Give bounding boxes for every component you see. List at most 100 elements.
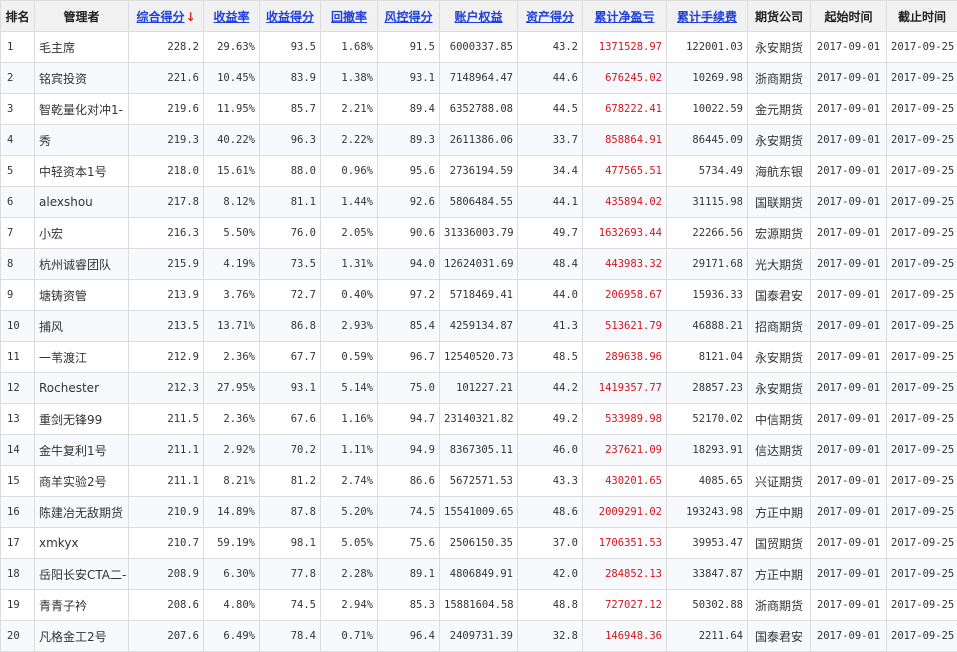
cum-pnl-cell: 513621.79 xyxy=(583,311,667,342)
manager-name-link[interactable]: 捕风 xyxy=(35,311,129,342)
header-return-rate[interactable]: 收益率 xyxy=(204,1,260,32)
cum-pnl-cell: 237621.09 xyxy=(583,435,667,466)
composite-score-cell: 219.6 xyxy=(129,94,204,125)
futures-company-cell: 宏源期货 xyxy=(748,218,811,249)
end-time-cell: 2017-09-25 xyxy=(887,528,957,559)
manager-name-link[interactable]: 毛主席 xyxy=(35,32,129,63)
cum-fee-cell: 122001.03 xyxy=(667,32,748,63)
risk-score-cell: 90.6 xyxy=(378,218,440,249)
start-time-cell: 2017-09-01 xyxy=(811,404,887,435)
composite-score-cell: 211.5 xyxy=(129,404,204,435)
header-asset-score[interactable]: 资产得分 xyxy=(518,1,583,32)
manager-name-link[interactable]: 小宏 xyxy=(35,218,129,249)
rank-cell: 2 xyxy=(1,63,35,94)
asset-score-cell: 32.8 xyxy=(518,621,583,652)
drawdown-cell: 2.21% xyxy=(321,94,378,125)
manager-name-link[interactable]: 中轻资本1号 xyxy=(35,156,129,187)
asset-score-cell: 44.6 xyxy=(518,63,583,94)
end-time-cell: 2017-09-25 xyxy=(887,187,957,218)
end-time-cell: 2017-09-25 xyxy=(887,466,957,497)
rank-cell: 20 xyxy=(1,621,35,652)
risk-score-cell: 74.5 xyxy=(378,497,440,528)
table-row: 20凡格金工2号207.66.49%78.40.71%96.42409731.3… xyxy=(1,621,957,652)
manager-name-link[interactable]: 青青子衿 xyxy=(35,590,129,621)
return-rate-cell: 59.19% xyxy=(204,528,260,559)
manager-name-link[interactable]: 智乾量化对冲1- xyxy=(35,94,129,125)
header-equity[interactable]: 账户权益 xyxy=(440,1,518,32)
table-row: 4秀219.340.22%96.32.22%89.32611386.0633.7… xyxy=(1,125,957,156)
equity-cell: 4259134.87 xyxy=(440,311,518,342)
manager-name-link[interactable]: alexshou xyxy=(35,187,129,218)
manager-name-link[interactable]: 凡格金工2号 xyxy=(35,621,129,652)
manager-name-link[interactable]: 商羊实验2号 xyxy=(35,466,129,497)
table-row: 9塘铸资管213.93.76%72.70.40%97.25718469.4144… xyxy=(1,280,957,311)
cum-pnl-cell: 289638.96 xyxy=(583,342,667,373)
equity-cell: 6000337.85 xyxy=(440,32,518,63)
futures-company-cell: 浙商期货 xyxy=(748,590,811,621)
composite-score-cell: 210.9 xyxy=(129,497,204,528)
cum-fee-cell: 31115.98 xyxy=(667,187,748,218)
risk-score-cell: 85.3 xyxy=(378,590,440,621)
composite-score-cell: 212.9 xyxy=(129,342,204,373)
manager-name-link[interactable]: 岳阳长安CTA二- xyxy=(35,559,129,590)
asset-score-cell: 44.0 xyxy=(518,280,583,311)
header-return-score[interactable]: 收益得分 xyxy=(260,1,321,32)
manager-name-link[interactable]: 塘铸资管 xyxy=(35,280,129,311)
composite-score-cell: 216.3 xyxy=(129,218,204,249)
asset-score-cell: 48.6 xyxy=(518,497,583,528)
return-score-cell: 81.2 xyxy=(260,466,321,497)
asset-score-cell: 43.3 xyxy=(518,466,583,497)
manager-name-link[interactable]: 杭州诚睿团队 xyxy=(35,249,129,280)
cum-pnl-cell: 206958.67 xyxy=(583,280,667,311)
header-row: 排名 管理者 综合得分↓ 收益率 收益得分 回撤率 风控得分 账户权益 资产得分… xyxy=(1,1,957,32)
return-score-cell: 67.6 xyxy=(260,404,321,435)
manager-name-link[interactable]: 重剑无锋99 xyxy=(35,404,129,435)
end-time-cell: 2017-09-25 xyxy=(887,404,957,435)
manager-name-link[interactable]: xmkyx xyxy=(35,528,129,559)
risk-score-cell: 96.4 xyxy=(378,621,440,652)
composite-score-cell: 219.3 xyxy=(129,125,204,156)
drawdown-cell: 0.40% xyxy=(321,280,378,311)
table-row: 12Rochester212.327.95%93.15.14%75.010122… xyxy=(1,373,957,404)
cum-fee-cell: 52170.02 xyxy=(667,404,748,435)
end-time-cell: 2017-09-25 xyxy=(887,559,957,590)
header-drawdown[interactable]: 回撤率 xyxy=(321,1,378,32)
manager-name-link[interactable]: Rochester xyxy=(35,373,129,404)
manager-name-link[interactable]: 金牛复利1号 xyxy=(35,435,129,466)
start-time-cell: 2017-09-01 xyxy=(811,32,887,63)
composite-score-cell: 228.2 xyxy=(129,32,204,63)
start-time-cell: 2017-09-01 xyxy=(811,218,887,249)
cum-pnl-cell: 533989.98 xyxy=(583,404,667,435)
equity-cell: 4806849.91 xyxy=(440,559,518,590)
header-cum-pnl[interactable]: 累计净盈亏 xyxy=(583,1,667,32)
manager-name-link[interactable]: 一苇渡江 xyxy=(35,342,129,373)
return-score-cell: 85.7 xyxy=(260,94,321,125)
drawdown-cell: 0.96% xyxy=(321,156,378,187)
table-row: 15商羊实验2号211.18.21%81.22.74%86.65672571.5… xyxy=(1,466,957,497)
table-row: 7小宏216.35.50%76.02.05%90.631336003.7949.… xyxy=(1,218,957,249)
return-score-cell: 96.3 xyxy=(260,125,321,156)
drawdown-cell: 5.14% xyxy=(321,373,378,404)
drawdown-cell: 2.22% xyxy=(321,125,378,156)
manager-name-link[interactable]: 秀 xyxy=(35,125,129,156)
cum-pnl-cell: 430201.65 xyxy=(583,466,667,497)
header-cum-fee[interactable]: 累计手续费 xyxy=(667,1,748,32)
equity-cell: 15881604.58 xyxy=(440,590,518,621)
rank-cell: 18 xyxy=(1,559,35,590)
table-row: 19青青子衿208.64.80%74.52.94%85.315881604.58… xyxy=(1,590,957,621)
table-row: 11一苇渡江212.92.36%67.70.59%96.712540520.73… xyxy=(1,342,957,373)
manager-name-link[interactable]: 铭宾投资 xyxy=(35,63,129,94)
futures-company-cell: 海航东银 xyxy=(748,156,811,187)
header-composite-score[interactable]: 综合得分↓ xyxy=(129,1,204,32)
header-manager: 管理者 xyxy=(35,1,129,32)
header-risk-score[interactable]: 风控得分 xyxy=(378,1,440,32)
composite-score-cell: 217.8 xyxy=(129,187,204,218)
futures-company-cell: 信达期货 xyxy=(748,435,811,466)
cum-pnl-cell: 1632693.44 xyxy=(583,218,667,249)
cum-pnl-cell: 443983.32 xyxy=(583,249,667,280)
manager-name-link[interactable]: 陈建冶无敌期货 xyxy=(35,497,129,528)
risk-score-cell: 93.1 xyxy=(378,63,440,94)
asset-score-cell: 37.0 xyxy=(518,528,583,559)
drawdown-cell: 1.16% xyxy=(321,404,378,435)
composite-score-cell: 213.5 xyxy=(129,311,204,342)
